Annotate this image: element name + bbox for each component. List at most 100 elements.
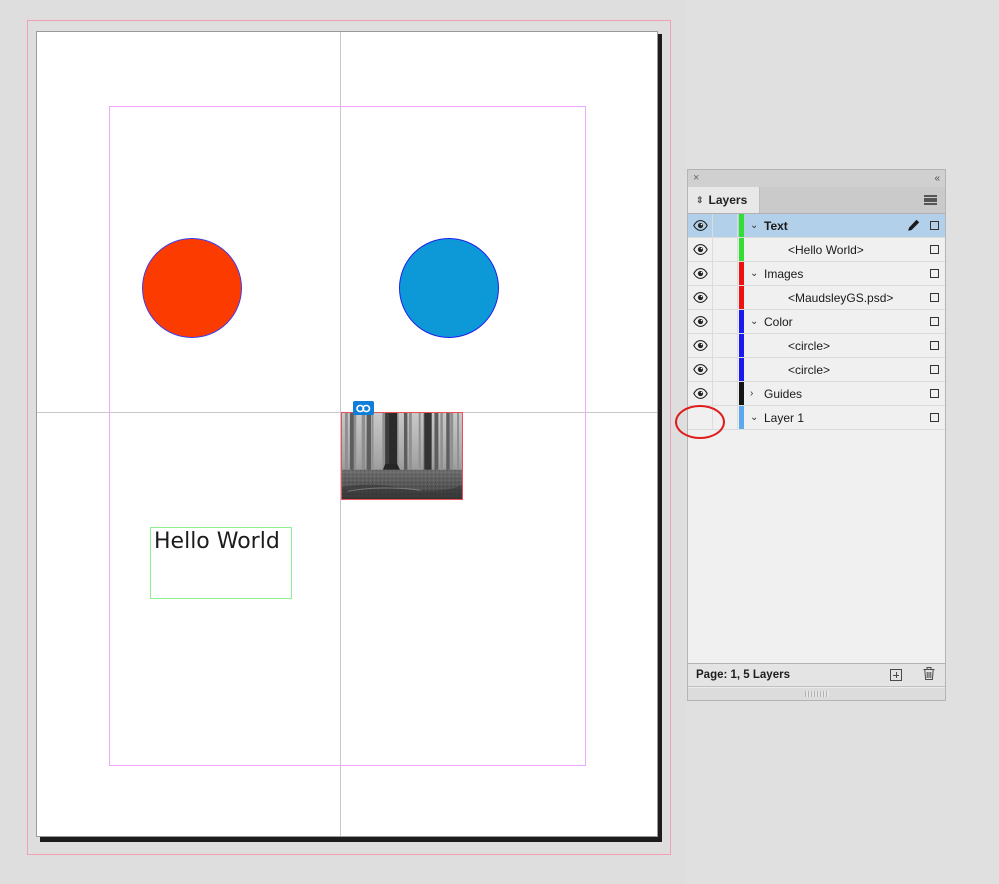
chevron-right-icon[interactable]: › (750, 388, 759, 399)
layer-label: <Hello World> (788, 242, 864, 257)
eye-icon (692, 316, 708, 327)
panel-menu-button[interactable] (924, 187, 945, 213)
layer-row[interactable]: <Hello World> (688, 238, 945, 262)
document-canvas[interactable]: Hello World (0, 0, 686, 884)
blue-circle-object[interactable] (399, 238, 499, 338)
select-target-checkbox[interactable] (923, 286, 945, 309)
layer-row[interactable]: <circle> (688, 358, 945, 382)
visibility-toggle-visible[interactable] (688, 310, 713, 333)
pen-icon[interactable] (903, 214, 923, 237)
visibility-toggle-visible[interactable] (688, 238, 713, 261)
target-box-icon (929, 221, 939, 230)
layer-label: <circle> (788, 338, 831, 353)
visibility-toggle-visible[interactable] (688, 262, 713, 285)
chevron-down-icon[interactable]: ⌄ (750, 220, 759, 231)
placed-image-frame[interactable] (341, 401, 463, 500)
layer-label: Guides (764, 386, 803, 401)
lock-toggle[interactable] (713, 310, 738, 333)
layer-name-cell[interactable]: ⌄ Text (744, 214, 903, 237)
select-target-checkbox[interactable] (923, 310, 945, 333)
chevron-down-icon[interactable]: ⌄ (750, 412, 759, 423)
pen-slot (903, 382, 923, 405)
layer-count-status: Page: 1, 5 Layers (696, 669, 790, 681)
visibility-toggle-visible[interactable] (688, 382, 713, 405)
layer-row[interactable]: › Guides (688, 382, 945, 406)
pen-slot (903, 238, 923, 261)
eye-icon (692, 220, 708, 231)
layer-row[interactable]: <MaudsleyGS.psd> (688, 286, 945, 310)
select-target-checkbox[interactable] (923, 334, 945, 357)
select-target-checkbox[interactable] (923, 382, 945, 405)
pen-slot (903, 262, 923, 285)
trash-icon[interactable] (922, 666, 936, 684)
visibility-toggle-visible[interactable] (688, 286, 713, 309)
select-target-checkbox[interactable] (923, 406, 945, 429)
layer-name-cell[interactable]: <circle> (744, 358, 903, 381)
tab-grip-icon: ⇕ (696, 194, 704, 205)
target-box-icon (929, 317, 939, 326)
visibility-toggle-visible[interactable] (688, 214, 713, 237)
layer-name-cell[interactable]: › Guides (744, 382, 903, 405)
panel-tabbar: ⇕ Layers (688, 187, 945, 214)
layer-name-cell[interactable]: <Hello World> (744, 238, 903, 261)
layer-name-cell[interactable]: <MaudsleyGS.psd> (744, 286, 903, 309)
pen-slot (903, 334, 923, 357)
layers-list[interactable]: ⌄ Text <Hello World> ⌄ Images <MaudsleyGS.psd… (688, 214, 945, 664)
close-icon[interactable]: × (693, 173, 699, 184)
layer-name-cell[interactable]: ⌄ Layer 1 (744, 406, 903, 429)
target-box-icon (929, 293, 939, 302)
new-layer-icon[interactable] (890, 669, 902, 681)
lock-toggle[interactable] (713, 262, 738, 285)
target-box-icon (929, 389, 939, 398)
visibility-toggle-hidden[interactable] (688, 406, 713, 429)
target-box-icon (929, 341, 939, 350)
layer-name-cell[interactable]: ⌄ Images (744, 262, 903, 285)
visibility-toggle-visible[interactable] (688, 334, 713, 357)
eye-icon (692, 364, 708, 375)
panel-status-actions (890, 666, 936, 684)
page-sheet[interactable]: Hello World (36, 31, 658, 837)
lock-toggle[interactable] (713, 238, 738, 261)
chevron-down-icon[interactable]: ⌄ (750, 268, 759, 279)
layer-label: Color (764, 314, 793, 329)
layer-row[interactable]: ⌄ Color (688, 310, 945, 334)
tab-layers-label: Layers (708, 193, 748, 207)
lock-toggle[interactable] (713, 286, 738, 309)
hamburger-icon (924, 195, 937, 205)
layer-row[interactable]: ⌄ Images (688, 262, 945, 286)
layers-panel[interactable]: × « ⇕ Layers ⌄ Text <Hello World> ⌄ Images <M… (687, 169, 946, 701)
select-target-checkbox[interactable] (923, 262, 945, 285)
layer-row[interactable]: ⌄ Text (688, 214, 945, 238)
visibility-toggle-visible[interactable] (688, 358, 713, 381)
lock-toggle[interactable] (713, 214, 738, 237)
lock-toggle[interactable] (713, 334, 738, 357)
orange-circle-object[interactable] (142, 238, 242, 338)
layer-row[interactable]: ⌄ Layer 1 (688, 406, 945, 430)
layer-name-cell[interactable]: <circle> (744, 334, 903, 357)
layer-row[interactable]: <circle> (688, 334, 945, 358)
eye-icon (692, 340, 708, 351)
target-box-icon (929, 365, 939, 374)
layer-name-cell[interactable]: ⌄ Color (744, 310, 903, 333)
chevron-down-icon[interactable]: ⌄ (750, 316, 759, 327)
select-target-checkbox[interactable] (923, 358, 945, 381)
lock-toggle[interactable] (713, 382, 738, 405)
select-target-checkbox[interactable] (923, 238, 945, 261)
panel-statusbar: Page: 1, 5 Layers (688, 664, 945, 687)
layer-label: <MaudsleyGS.psd> (788, 290, 894, 305)
collapse-panel-icon[interactable]: « (934, 173, 939, 184)
layer-label: Images (764, 266, 804, 281)
lock-toggle[interactable] (713, 406, 738, 429)
lock-toggle[interactable] (713, 358, 738, 381)
select-target-checkbox[interactable] (923, 214, 945, 237)
panel-resize-grip[interactable] (688, 687, 945, 700)
panel-titlebar: × « (688, 170, 945, 187)
layer-label: Text (764, 218, 788, 233)
layer-label: Layer 1 (764, 410, 805, 425)
text-frame-content: Hello World (154, 529, 280, 554)
link-icon[interactable] (353, 401, 374, 415)
text-frame[interactable]: Hello World (150, 527, 292, 599)
tab-layers[interactable]: ⇕ Layers (688, 187, 761, 213)
pen-slot (903, 406, 923, 429)
pen-slot (903, 286, 923, 309)
